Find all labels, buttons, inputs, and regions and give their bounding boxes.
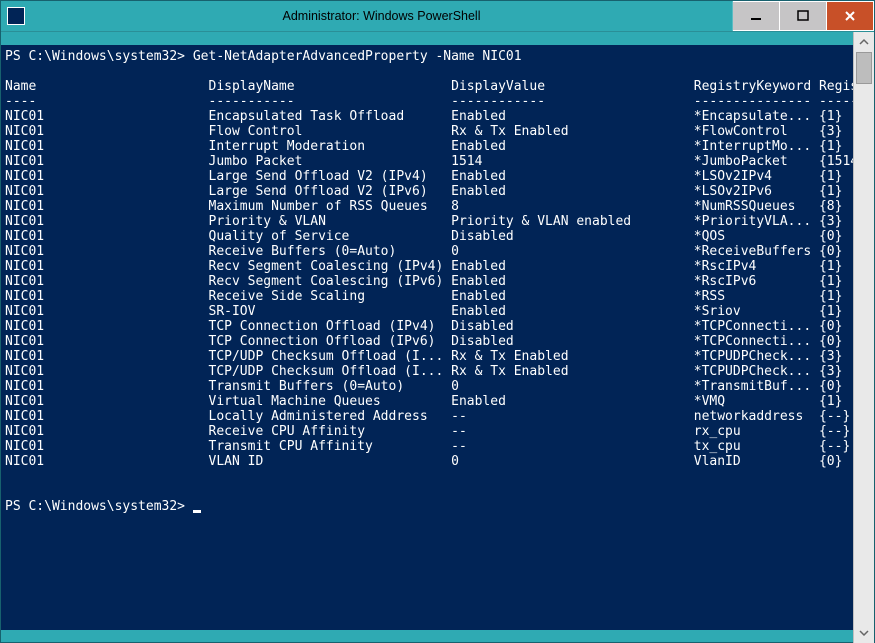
vertical-scrollbar[interactable] — [853, 32, 874, 643]
minimize-button[interactable] — [733, 1, 780, 31]
close-button[interactable] — [827, 1, 874, 31]
cursor — [193, 510, 201, 513]
powershell-icon — [7, 7, 25, 25]
scroll-track[interactable] — [854, 52, 874, 623]
window-control-group — [732, 1, 874, 31]
scroll-up-button[interactable] — [854, 32, 874, 52]
app-icon — [1, 1, 31, 31]
scroll-thumb[interactable] — [856, 52, 872, 84]
scroll-down-button[interactable] — [854, 623, 874, 643]
powershell-window: Administrator: Windows PowerShell PS C:\… — [0, 0, 875, 643]
maximize-icon — [797, 10, 809, 22]
titlebar[interactable]: Administrator: Windows PowerShell — [1, 1, 874, 32]
chevron-down-icon — [859, 628, 869, 638]
close-icon — [844, 10, 856, 22]
minimize-icon — [750, 10, 762, 22]
client-area: PS C:\Windows\system32> Get-NetAdapterAd… — [1, 32, 874, 643]
window-title: Administrator: Windows PowerShell — [31, 1, 732, 31]
terminal-output[interactable]: PS C:\Windows\system32> Get-NetAdapterAd… — [1, 45, 853, 630]
maximize-button[interactable] — [780, 1, 827, 31]
chevron-up-icon — [859, 37, 869, 47]
